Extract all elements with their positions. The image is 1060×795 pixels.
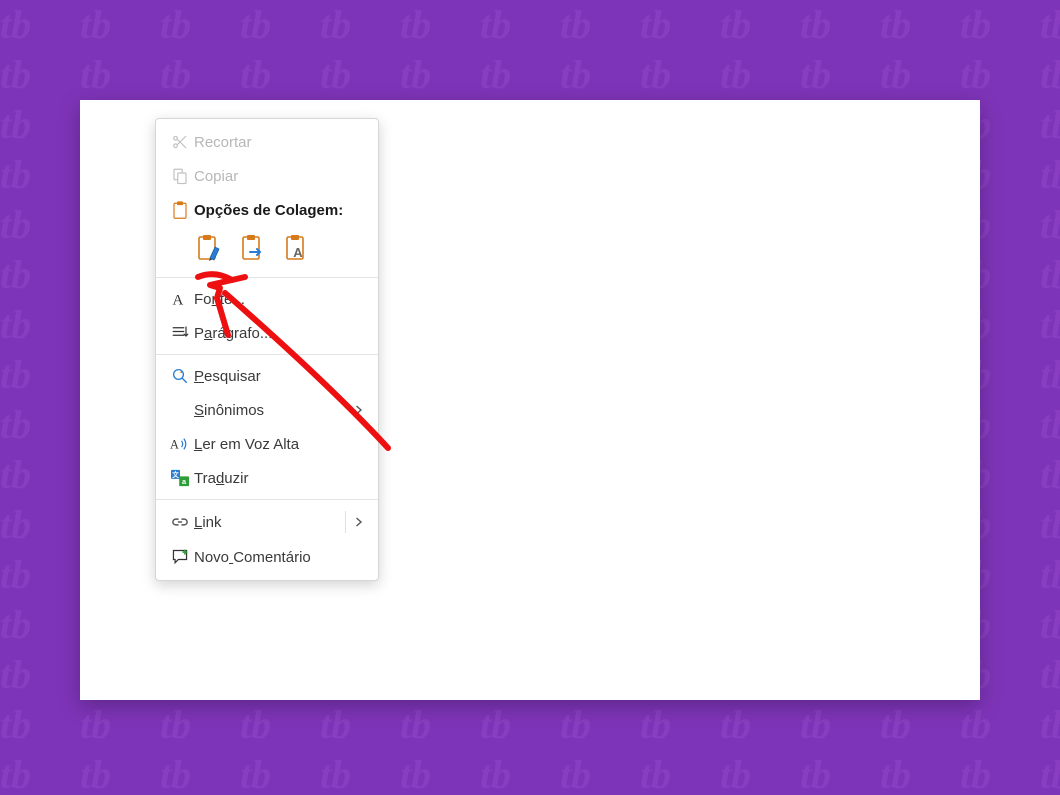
svg-text:文: 文 [172,470,179,479]
blank-icon [166,400,194,420]
paste-text-only-button[interactable]: A [282,233,312,263]
menu-label-opcoes-colagem: Opções de Colagem: [194,202,366,219]
menu-label-sinonimos: Sinônimos [194,402,352,419]
chevron-right-icon [352,403,366,417]
menu-item-link[interactable]: Link [156,504,378,540]
svg-text:A: A [293,245,303,260]
menu-label-pesquisar: Pesquisar [194,368,366,385]
scissors-icon [166,132,194,152]
menu-label-novo-comentario: Novo Comentário [194,549,366,566]
menu-item-traduzir[interactable]: 文 a Traduzir [156,461,378,495]
menu-label-copiar: Copiar [194,168,366,185]
menu-item-recortar: Recortar [156,125,378,159]
menu-item-novo-comentario[interactable]: Novo Comentário [156,540,378,574]
paste-keep-source-button[interactable] [194,233,224,263]
menu-item-paragrafo[interactable]: Parágrafo... [156,316,378,350]
split-divider [345,511,346,533]
menu-label-recortar: Recortar [194,134,366,151]
menu-item-fonte[interactable]: A Fonte... [156,282,378,316]
menu-item-sinonimos[interactable]: Sinônimos [156,393,378,427]
svg-text:A: A [170,438,179,452]
paragraph-icon [166,323,194,343]
paste-merge-formatting-button[interactable] [238,233,268,263]
menu-divider [156,277,378,278]
link-icon [166,512,194,532]
read-aloud-icon: A [166,434,194,454]
menu-item-pesquisar[interactable]: Pesquisar [156,359,378,393]
clipboard-icon [166,200,194,220]
svg-text:A: A [173,292,184,308]
paste-options-row: A [156,227,378,273]
menu-item-copiar: Copiar [156,159,378,193]
menu-divider [156,499,378,500]
menu-label-traduzir: Traduzir [194,470,366,487]
translate-icon: 文 a [166,468,194,488]
menu-item-ler-em-voz-alta[interactable]: A Ler em Voz Alta [156,427,378,461]
menu-label-paragrafo: Parágrafo... [194,325,366,342]
context-menu: Recortar Copiar Opções de Colagem: [155,118,379,581]
menu-label-link: Link [194,514,339,531]
menu-label-ler-em-voz-alta: Ler em Voz Alta [194,436,366,453]
search-icon [166,366,194,386]
chevron-right-icon[interactable] [352,515,366,529]
menu-divider [156,354,378,355]
menu-item-opcoes-colagem: Opções de Colagem: [156,193,378,227]
font-icon: A [166,289,194,309]
menu-label-fonte: Fonte... [194,291,366,308]
new-comment-icon [166,547,194,567]
copy-icon [166,166,194,186]
